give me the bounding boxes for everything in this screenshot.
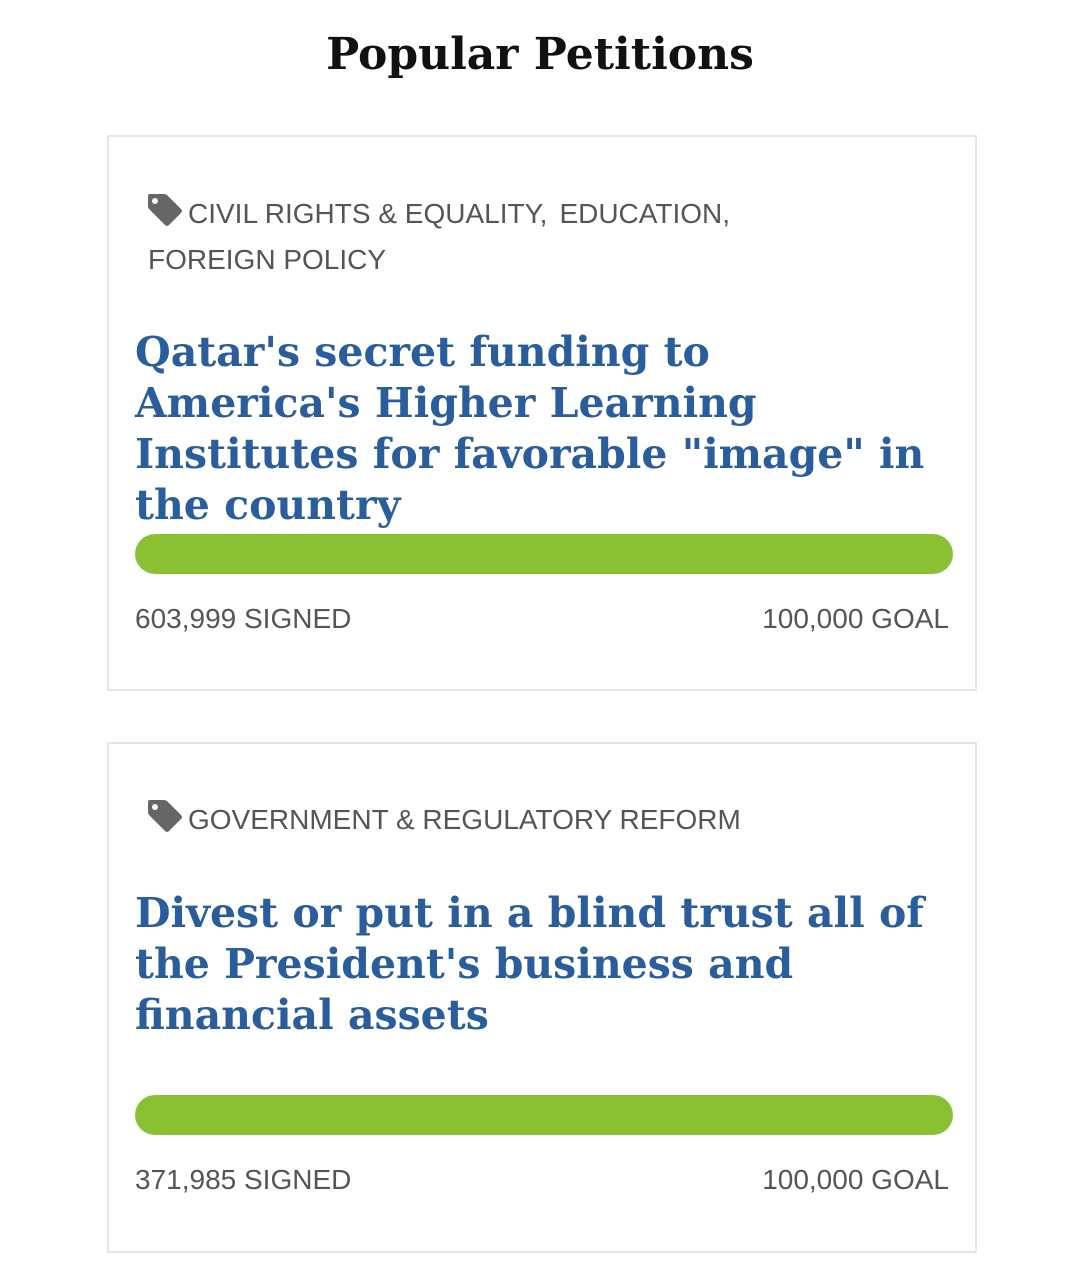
signature-progress-bar: [135, 1095, 953, 1135]
petition-card: CIVIL RIGHTS & EQUALITY, EDUCATION, FOREI…: [107, 135, 977, 691]
tag-icon: [148, 194, 182, 226]
petition-title-link[interactable]: Divest or put in a blind trust all of th…: [135, 888, 935, 1041]
tag-link[interactable]: EDUCATION: [559, 198, 722, 229]
petition-tags: GOVERNMENT & REGULATORY REFORM: [146, 797, 786, 843]
tag-separator: ,: [539, 198, 548, 229]
tag-separator: ,: [722, 198, 731, 229]
tag-link[interactable]: GOVERNMENT & REGULATORY REFORM: [188, 804, 741, 835]
signed-count: 371,985 SIGNED: [135, 1164, 352, 1195]
signed-count: 603,999 SIGNED: [135, 603, 352, 634]
petition-card: GOVERNMENT & REGULATORY REFORM Divest or…: [107, 742, 977, 1253]
page-title: Popular Petitions: [326, 29, 754, 80]
tag-link[interactable]: FOREIGN POLICY: [148, 244, 386, 275]
goal-count: 100,000 GOAL: [762, 603, 949, 634]
petition-title-link[interactable]: Qatar's secret funding to America's High…: [135, 327, 935, 531]
tag-link[interactable]: CIVIL RIGHTS & EQUALITY: [188, 198, 540, 229]
signature-progress-fill: [135, 1095, 953, 1135]
petition-tags: CIVIL RIGHTS & EQUALITY, EDUCATION, FOREI…: [146, 191, 786, 283]
signature-progress-bar: [135, 534, 953, 574]
tag-icon: [148, 800, 182, 832]
signature-progress-fill: [135, 534, 953, 574]
goal-count: 100,000 GOAL: [762, 1164, 949, 1195]
